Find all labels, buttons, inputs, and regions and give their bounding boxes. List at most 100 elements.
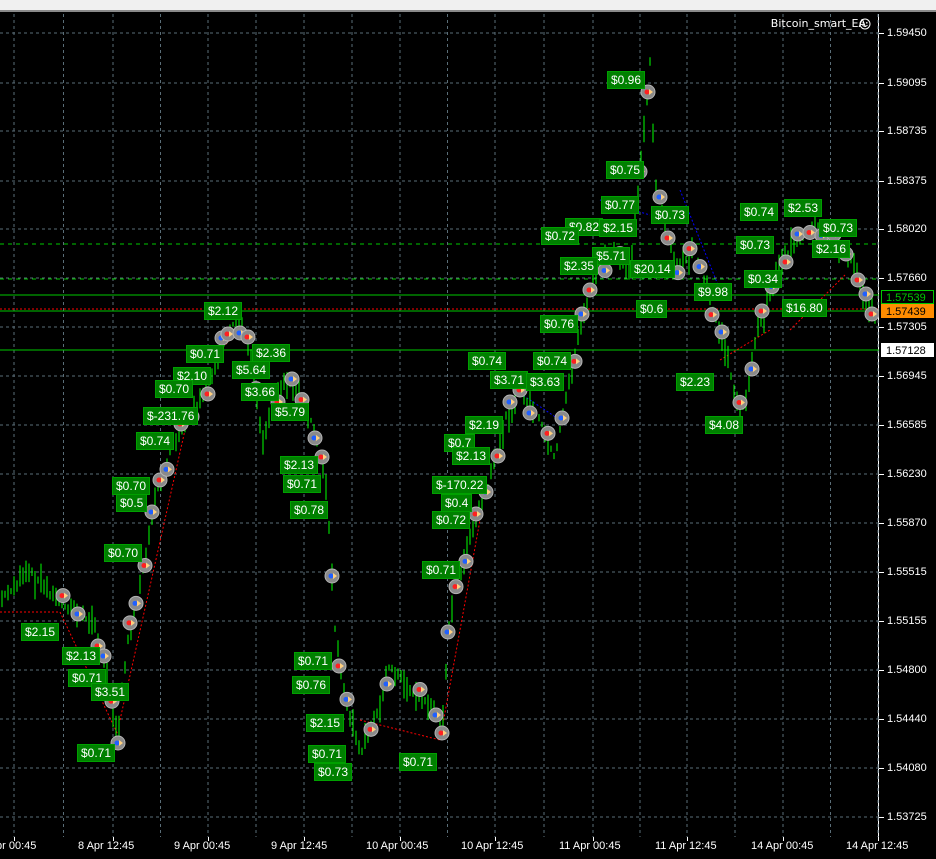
profit-label: $3.63	[526, 373, 565, 391]
order-marker-dot	[748, 366, 754, 372]
profit-label: $0.70	[112, 477, 151, 495]
profit-label: $0.5	[116, 494, 148, 512]
price-label: 1.58735	[887, 125, 927, 137]
order-marker-dot	[708, 312, 714, 318]
order-marker-dot	[644, 89, 650, 95]
order-marker-dot	[601, 268, 607, 273]
order-marker-dot	[506, 399, 512, 405]
window-top-bar	[0, 0, 936, 12]
price-label: 1.59095	[887, 77, 927, 89]
profit-label: $0.71	[186, 345, 225, 363]
profit-label: $0.71	[77, 744, 116, 762]
profit-label: $0.70	[155, 380, 194, 398]
order-marker-dot	[416, 687, 422, 692]
profit-label: $9.98	[694, 283, 733, 301]
order-marker-dot	[244, 334, 250, 340]
profit-label: $5.79	[271, 403, 310, 421]
price-tick	[879, 278, 884, 279]
profit-label: $2.15	[599, 219, 638, 237]
order-marker-dot	[318, 454, 324, 460]
order-marker-dot	[224, 331, 230, 337]
order-marker-dot	[462, 558, 468, 564]
order-marker-dot	[558, 415, 564, 421]
price-label: 1.57660	[887, 272, 927, 284]
profit-label: $0.71	[399, 753, 438, 771]
order-marker-dot	[758, 308, 764, 314]
price-tag: 1.57128	[881, 343, 934, 357]
price-tick	[879, 131, 884, 132]
profit-label: $0.75	[606, 161, 645, 179]
order-marker-dot	[444, 629, 450, 635]
profit-label: $0.71	[308, 745, 347, 763]
time-label: 9 Apr 00:45	[174, 840, 231, 852]
level-lines	[0, 243, 879, 351]
profit-label: $0.72	[432, 511, 471, 529]
smiley-icon[interactable]	[859, 18, 871, 30]
price-tick	[879, 327, 884, 328]
order-marker-dot	[335, 663, 341, 669]
profit-label: $3.66	[241, 383, 280, 401]
time-label: 9 Apr 12:45	[271, 840, 328, 852]
price-label: 1.55870	[887, 517, 927, 529]
price-label: 1.58020	[887, 223, 927, 235]
time-label: 10 Apr 00:45	[366, 840, 429, 852]
price-chart[interactable]	[0, 14, 879, 837]
profit-label: $5.64	[232, 361, 271, 379]
order-marker-dot	[656, 194, 662, 200]
profit-label: $16.80	[782, 299, 827, 317]
price-label: 1.55155	[887, 615, 927, 627]
profit-label: $0.6	[636, 300, 668, 318]
profit-label: $2.36	[252, 344, 291, 362]
price-label: 1.55515	[887, 566, 927, 578]
price-tick	[879, 425, 884, 426]
profit-label: $0.71	[294, 652, 333, 670]
time-axis[interactable]: pr 00:45 8 Apr 12:45 9 Apr 00:45 9 Apr 12:4…	[0, 837, 908, 859]
price-tick	[879, 33, 884, 34]
profit-label: $0.96	[607, 71, 646, 89]
price-label: 1.54440	[887, 713, 927, 725]
order-marker-dot	[328, 573, 334, 579]
profit-label: $2.15	[306, 714, 345, 732]
order-marker-dot	[156, 477, 162, 483]
profit-label: $0.34	[744, 270, 783, 288]
order-marker-dot	[452, 584, 458, 590]
order-marker-dot	[114, 740, 120, 746]
order-marker-dot	[868, 311, 874, 317]
order-marker-dot	[132, 600, 138, 606]
profit-label: $2.13	[452, 447, 491, 465]
price-axis[interactable]: 1.59450 1.59095 1.58735 1.58375 1.58020 1.576…	[879, 14, 936, 837]
price-label: 1.58375	[887, 175, 927, 187]
order-marker-dot	[163, 466, 169, 472]
time-label: 14 Apr 00:45	[751, 840, 814, 852]
profit-label: $3.51	[91, 683, 130, 701]
order-marker-dot	[204, 391, 210, 397]
order-marker-dot	[794, 231, 800, 237]
price-tick	[879, 670, 884, 671]
time-label: pr 00:45	[0, 840, 37, 852]
price-label: 1.53725	[887, 811, 927, 823]
time-label: 10 Apr 12:45	[461, 840, 524, 852]
profit-label: $-231.76	[143, 407, 199, 425]
price-tick	[879, 376, 884, 377]
order-marker-dot	[141, 563, 147, 568]
profit-label: $0.73	[736, 236, 775, 254]
profit-label: $4.08	[705, 416, 744, 434]
time-label: 11 Apr 12:45	[655, 840, 717, 852]
order-marker-dot	[686, 246, 692, 252]
profit-label: $2.16	[812, 240, 851, 258]
order-marker-dot	[472, 511, 478, 517]
price-tick	[879, 181, 884, 182]
order-marker-dot	[696, 264, 702, 270]
order-marker-dot	[526, 410, 532, 416]
profit-label: $0.70	[104, 544, 143, 562]
trade-lines	[0, 189, 846, 741]
price-tag: 1.57539	[881, 290, 934, 304]
price-tick	[879, 572, 884, 573]
order-marker-dot	[674, 270, 680, 276]
order-marker-dot	[862, 291, 868, 297]
order-marker-dot	[736, 400, 742, 405]
profit-label: $0.76	[540, 315, 579, 333]
order-marker-dot	[544, 430, 550, 436]
profit-label: $0.71	[283, 475, 322, 493]
time-label: 14 Apr 12:45	[846, 840, 909, 852]
